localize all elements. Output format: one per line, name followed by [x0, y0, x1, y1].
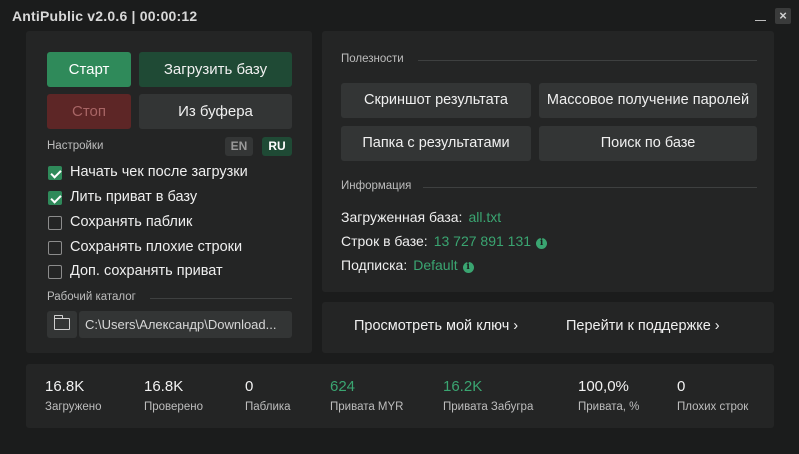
stat-value: 16.8K	[45, 378, 85, 395]
title-bar: AntiPublic v2.0.6 | 00:00:12 ×	[0, 0, 799, 32]
stat-value: 100,0%	[578, 378, 629, 395]
info-value: 13 727 891 131	[433, 233, 532, 249]
stat-label: Плохих строк	[677, 401, 749, 413]
window-title: AntiPublic v2.0.6 | 00:00:12	[12, 8, 198, 24]
stat-value: 0	[677, 378, 686, 395]
stat-loaded: 16.8K Загружено	[45, 378, 102, 413]
option-label: Сохранять плохие строки	[70, 239, 243, 255]
bulk-password-button[interactable]: Массовое получение паролей	[539, 83, 757, 118]
from-buffer-button[interactable]: Из буфера	[139, 94, 292, 129]
stat-value: 16.2K	[443, 378, 483, 395]
stat-value: 16.8K	[144, 378, 184, 395]
stat-private-abroad: 16.2K Привата Забугра	[443, 378, 533, 413]
stat-label: Привата, %	[578, 401, 640, 413]
info-label: Информация	[341, 180, 412, 192]
results-folder-button[interactable]: Папка с результатами	[341, 126, 531, 161]
support-link[interactable]: Перейти к поддержке ›	[566, 318, 720, 334]
browse-folder-button[interactable]	[47, 311, 77, 338]
info-row-line-count: Строк в базе: 13 727 891 131 i	[341, 233, 548, 251]
info-icon[interactable]: i	[536, 238, 548, 249]
stat-public: 0 Паблика	[245, 378, 291, 413]
stat-label: Проверено	[144, 401, 203, 413]
utilities-label: Полезности	[341, 53, 404, 65]
stat-value: 624	[330, 378, 356, 395]
divider	[423, 187, 757, 188]
info-value: all.txt	[468, 209, 502, 225]
stat-private-myr: 624 Привата MYR	[330, 378, 404, 413]
info-row-loaded-base: Загруженная база: all.txt	[341, 209, 501, 227]
tools-panel	[322, 31, 774, 292]
info-row-subscription: Подписка: Default i	[341, 257, 474, 275]
info-icon[interactable]: i	[462, 262, 474, 273]
start-button[interactable]: Старт	[47, 52, 131, 87]
checkbox[interactable]	[48, 265, 62, 279]
lang-ru-button[interactable]: RU	[262, 137, 292, 156]
info-key: Загруженная база:	[341, 209, 463, 225]
checkbox[interactable]	[48, 216, 62, 230]
workdir-path-field[interactable]: C:\Users\Александр\Download...	[79, 311, 292, 338]
info-value: Default	[413, 257, 458, 273]
workdir-label: Рабочий каталог	[47, 291, 136, 303]
stat-checked: 16.8K Проверено	[144, 378, 203, 413]
option-label: Лить приват в базу	[70, 189, 198, 205]
screenshot-result-button[interactable]: Скриншот результата	[341, 83, 531, 118]
info-key: Строк в базе:	[341, 233, 428, 249]
stat-private-percent: 100,0% Привата, %	[578, 378, 639, 413]
option-label: Сохранять паблик	[70, 214, 193, 230]
checkbox[interactable]	[48, 241, 62, 255]
settings-label: Настройки	[47, 140, 104, 152]
folder-icon	[53, 315, 70, 330]
search-base-button[interactable]: Поиск по базе	[539, 126, 757, 161]
stat-value: 0	[245, 378, 254, 395]
option-label: Начать чек после загрузки	[70, 164, 248, 180]
close-button[interactable]: ×	[775, 8, 791, 24]
checkbox[interactable]	[48, 166, 62, 180]
stat-label: Привата Забугра	[443, 401, 534, 413]
view-key-link[interactable]: Просмотреть мой ключ ›	[354, 318, 518, 334]
stat-label: Загружено	[45, 401, 102, 413]
stat-label: Привата MYR	[330, 401, 404, 413]
minimize-button[interactable]	[754, 8, 768, 22]
divider	[150, 298, 292, 299]
stop-button[interactable]: Стоп	[47, 94, 131, 129]
option-label: Доп. сохранять приват	[70, 263, 223, 279]
lang-en-button[interactable]: EN	[225, 137, 253, 156]
info-key: Подписка:	[341, 257, 408, 273]
stat-bad-lines: 0 Плохих строк	[677, 378, 748, 413]
stat-label: Паблика	[245, 401, 291, 413]
divider	[418, 60, 757, 61]
checkbox[interactable]	[48, 191, 62, 205]
load-base-button[interactable]: Загрузить базу	[139, 52, 292, 87]
